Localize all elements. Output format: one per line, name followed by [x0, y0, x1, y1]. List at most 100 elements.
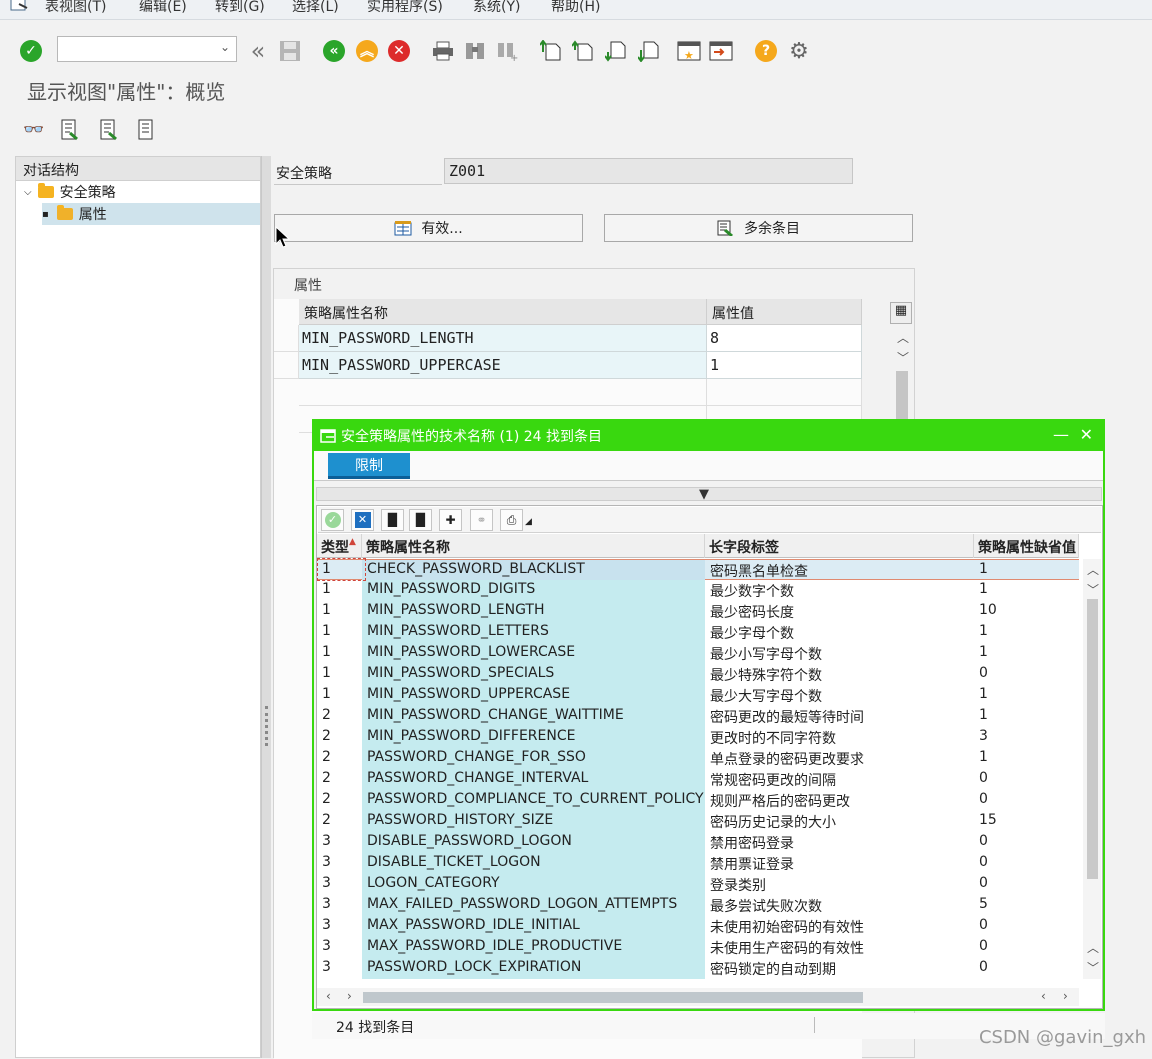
list-row[interactable]: 2 MIN_PASSWORD_DIFFERENCE 更改时的不同字符数 3: [317, 727, 1079, 748]
list-row[interactable]: 2 PASSWORD_HISTORY_SIZE 密码历史记录的大小 15: [317, 811, 1079, 832]
list-row[interactable]: 2 PASSWORD_CHANGE_INTERVAL 常规密码更改的间隔 0: [317, 769, 1079, 790]
find-next-icon[interactable]: +: [494, 38, 520, 64]
collapse-double-arrow-icon[interactable]: «: [245, 37, 271, 65]
menu-help[interactable]: 帮助(H): [551, 0, 600, 16]
extra-entries-button[interactable]: 多余条目: [604, 214, 913, 242]
list-row[interactable]: 1 MIN_PASSWORD_LENGTH 最少密码长度 10: [317, 601, 1079, 622]
dialog-titlebar[interactable]: 安全策略属性的技术名称 (1) 24 找到条目 — ✕: [314, 421, 1103, 451]
list-row[interactable]: 3 DISABLE_PASSWORD_LOGON 禁用密码登录 0: [317, 832, 1079, 853]
panel-splitter[interactable]: [261, 156, 271, 1058]
table-view-icon[interactable]: [10, 0, 28, 12]
list-row[interactable]: 3 MAX_PASSWORD_IDLE_INITIAL 未使用初始密码的有效性 0: [317, 916, 1079, 937]
tab-restrictions[interactable]: 限制: [328, 453, 410, 479]
next-page-icon[interactable]: [603, 38, 629, 64]
scroll-down-icon[interactable]: ﹀: [1087, 959, 1099, 976]
scroll-up-icon[interactable]: ︿: [1087, 561, 1099, 578]
list-row[interactable]: 2 MIN_PASSWORD_CHANGE_WAITTIME 密码更改的最短等待时间…: [317, 706, 1079, 727]
hit-list-vertical-scrollbar[interactable]: ︿ ﹀ ︿ ﹀: [1083, 559, 1101, 979]
exit-icon[interactable]: ︽: [354, 38, 380, 64]
scroll-down-icon[interactable]: ﹀: [1087, 581, 1099, 598]
list-row[interactable]: 1 MIN_PASSWORD_UPPERCASE 最少大写字母个数 1: [317, 685, 1079, 706]
new-session-icon[interactable]: ★: [676, 38, 702, 64]
display-change-icon[interactable]: 👓: [22, 118, 46, 142]
restriction-toggle-bar[interactable]: ▼: [316, 487, 1102, 502]
list-row[interactable]: 2 PASSWORD_COMPLIANCE_TO_CURRENT_POLICY 规则…: [317, 790, 1079, 811]
column-header-type[interactable]: 类型▲: [317, 534, 362, 558]
customize-layout-icon[interactable]: ⚙: [786, 38, 812, 64]
column-header-attr-value[interactable]: 属性值: [707, 299, 862, 325]
scroll-up-icon[interactable]: ︿: [1087, 939, 1099, 956]
deselect-all-icon[interactable]: [135, 118, 159, 142]
column-header-attr-name[interactable]: 策略属性名称: [299, 299, 707, 325]
cancel-icon[interactable]: ✕: [351, 509, 374, 531]
list-row[interactable]: 1 MIN_PASSWORD_LOWERCASE 最少小写字母个数 1: [317, 643, 1079, 664]
scroll-left-icon[interactable]: ‹: [326, 989, 331, 1003]
previous-page-icon[interactable]: [570, 38, 596, 64]
menu-selection[interactable]: 选择(L): [292, 0, 339, 16]
list-row[interactable]: 2 PASSWORD_CHANGE_FOR_SSO 单点登录的密码更改要求 1: [317, 748, 1079, 769]
list-row[interactable]: 1 MIN_PASSWORD_DIGITS 最少数字个数 1: [317, 580, 1079, 601]
print-icon[interactable]: [430, 38, 456, 64]
menu-goto[interactable]: 转到(G): [215, 0, 265, 16]
find-next-icon[interactable]: ▐▌: [409, 509, 432, 531]
help-icon[interactable]: ?: [753, 38, 779, 64]
find-icon[interactable]: ▐▌: [381, 509, 404, 531]
row-selector[interactable]: [274, 325, 299, 352]
column-header-attr-name[interactable]: 策略属性名称: [362, 534, 705, 558]
chevron-down-icon[interactable]: ⌵: [24, 187, 32, 198]
scroll-up-icon[interactable]: ︿: [897, 329, 909, 346]
close-icon[interactable]: ✕: [1080, 425, 1093, 444]
attributes-vertical-scrollbar[interactable]: ︿ ﹀: [894, 329, 910, 431]
cancel-icon[interactable]: ✕: [386, 38, 412, 64]
column-header-long-label[interactable]: 长字段标签: [705, 534, 974, 558]
first-page-icon[interactable]: [538, 38, 564, 64]
scroll-right-icon[interactable]: ›: [347, 989, 352, 1003]
column-header-default-value[interactable]: 策略属性缺省值: [974, 534, 1079, 558]
effective-button[interactable]: 有效...: [274, 214, 583, 242]
list-row[interactable]: 3 MAX_FAILED_PASSWORD_LOGON_ATTEMPTS 最多尝试失…: [317, 895, 1079, 916]
save-disk-icon[interactable]: [277, 38, 303, 64]
menu-table-view[interactable]: 表视图(T): [45, 0, 106, 16]
row-selector[interactable]: [274, 352, 299, 379]
confirm-icon[interactable]: ✓: [321, 509, 344, 531]
minimize-icon[interactable]: —: [1053, 425, 1069, 444]
list-row[interactable]: 1 MIN_PASSWORD_LETTERS 最少字母个数 1: [317, 622, 1079, 643]
find-icon[interactable]: [462, 38, 488, 64]
shortcut-icon[interactable]: [708, 38, 734, 64]
table-settings-icon[interactable]: ▦: [890, 302, 912, 324]
command-field[interactable]: ⌄: [57, 36, 237, 62]
menu-utilities[interactable]: 实用程序(S): [367, 0, 443, 16]
scroll-thumb[interactable]: [363, 992, 863, 1003]
select-all-icon[interactable]: [58, 118, 82, 142]
last-page-icon[interactable]: [636, 38, 662, 64]
list-row[interactable]: 3 PASSWORD_LOCK_EXPIRATION 密码锁定的自动到期 0: [317, 958, 1079, 979]
list-row[interactable]: 1 MIN_PASSWORD_SPECIALS 最少特殊字符个数 0: [317, 664, 1079, 685]
print-icon[interactable]: ⎙: [500, 509, 523, 531]
back-icon[interactable]: «: [321, 38, 347, 64]
chevron-down-icon[interactable]: ⌄: [220, 40, 230, 54]
personal-list-add-icon[interactable]: ✚: [439, 509, 462, 531]
list-row[interactable]: 1 CHECK_PASSWORD_BLACKLIST 密码黑名单检查 1: [317, 559, 1079, 581]
print-dropdown-icon[interactable]: ◢: [525, 517, 532, 527]
tree-item-attributes[interactable]: ▪ 属性: [42, 203, 260, 225]
select-block-icon[interactable]: [97, 118, 121, 142]
scroll-left-icon[interactable]: ‹: [1041, 989, 1046, 1003]
splitter-grip[interactable]: [265, 706, 268, 746]
dialog-window-icon: [320, 429, 336, 443]
menu-system[interactable]: 系统(Y): [473, 0, 520, 16]
expand-triangle-icon[interactable]: ▼: [699, 487, 709, 502]
bullet-icon: ▪: [42, 208, 49, 220]
attr-value-cell[interactable]: 8: [707, 325, 862, 352]
enter-check-icon[interactable]: ✓: [18, 38, 44, 64]
scroll-down-icon[interactable]: ﹀: [897, 349, 909, 366]
list-row[interactable]: 3 LOGON_CATEGORY 登录类别 0: [317, 874, 1079, 895]
attr-value-cell[interactable]: 1: [707, 352, 862, 379]
menu-edit[interactable]: 编辑(E): [139, 0, 187, 16]
scroll-thumb[interactable]: [1087, 599, 1098, 879]
list-row[interactable]: 3 DISABLE_TICKET_LOGON 禁用票证登录 0: [317, 853, 1079, 874]
tree-item-security-policy[interactable]: ⌵ 安全策略: [24, 181, 116, 203]
hit-list-horizontal-scrollbar[interactable]: ‹ › ‹ ›: [317, 988, 1079, 1006]
list-row[interactable]: 3 MAX_PASSWORD_IDLE_PRODUCTIVE 未使用生产密码的有效性…: [317, 937, 1079, 958]
link-icon[interactable]: ⚭: [470, 509, 493, 531]
scroll-right-icon[interactable]: ›: [1063, 989, 1068, 1003]
